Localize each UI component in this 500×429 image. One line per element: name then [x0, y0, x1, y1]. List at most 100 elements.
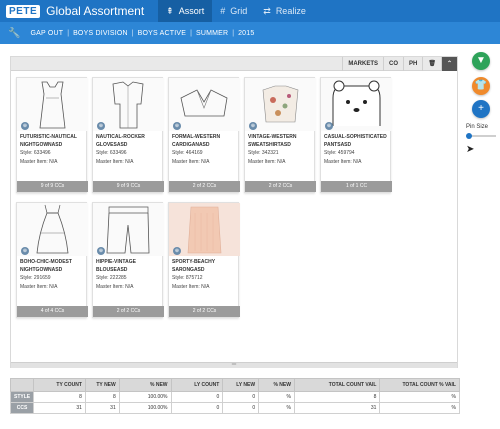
product-name: VINTAGE-WESTERN SWEATSHIRTASD	[248, 134, 297, 148]
summary-table: TY COUNT TY NEW % NEW LY COUNT LY NEW % …	[9, 378, 460, 414]
co-button[interactable]: CO	[383, 56, 403, 71]
column-header[interactable]: TY NEW	[84, 378, 120, 392]
table-cell: 8	[33, 391, 86, 403]
pin-icon[interactable]: ⊕	[173, 122, 181, 130]
ph-button[interactable]: PH	[403, 56, 422, 71]
pin-icon[interactable]: ⊕	[21, 247, 29, 255]
column-header[interactable]: LY NEW	[222, 378, 260, 392]
product-style: Style: 459794	[324, 150, 355, 156]
cc-count-footer[interactable]: 2 of 2 CCs	[169, 306, 240, 317]
product-style: Style: 633496	[96, 150, 127, 156]
table-cell: %	[379, 391, 460, 403]
table-cell: 100.00%	[118, 391, 172, 403]
product-name: FUTURISTIC-NAUTICAL NIGHTGOWNASD	[20, 134, 77, 148]
product-master-item: Master Item: N/A	[20, 159, 58, 165]
breadcrumb-separator: |	[67, 29, 70, 37]
pin-icon[interactable]: ⊕	[97, 122, 105, 130]
tab-realize-label: Realize	[275, 6, 306, 16]
table-cell: 0	[222, 402, 260, 414]
tab-assort[interactable]: ⇞ Assort	[158, 0, 213, 22]
cc-count-footer[interactable]: 1 of 1 CC	[321, 181, 392, 192]
table-cell: 0	[222, 391, 260, 403]
column-header[interactable]: TY COUNT	[33, 378, 86, 392]
table-cell: 8	[84, 391, 120, 403]
cc-count-footer[interactable]: 4 of 4 CCs	[17, 306, 88, 317]
cc-count-footer[interactable]: 2 of 2 CCs	[169, 181, 240, 192]
product-card[interactable]: ⊕ FUTURISTIC-NAUTICAL NIGHTGOWNASD Style…	[16, 77, 88, 193]
breadcrumb-item[interactable]: SUMMER	[196, 30, 228, 37]
product-style: Style: 222285	[96, 275, 127, 281]
pin-icon[interactable]: ⊕	[325, 122, 333, 130]
wrench-icon[interactable]: 🔧	[8, 28, 20, 39]
assortment-panel: MARKETS CO PH 🗑 ⌃ ⊕ FUTURISTIC-NAUTICAL …	[10, 56, 458, 368]
table-row: CCS 31 31 100.00% 0 0 % 31 %	[9, 402, 460, 414]
table-cell: 31	[293, 402, 381, 414]
product-card[interactable]: ⊕ HIPPIE-VINTAGE BLOUSEASD Style: 222285…	[92, 202, 164, 318]
breadcrumb-item[interactable]: BOYS DIVISION	[73, 30, 128, 37]
breadcrumb-item[interactable]: GAP OUT	[30, 30, 63, 37]
product-master-item: Master Item: N/A	[172, 284, 210, 290]
product-style: Style: 464169	[172, 150, 203, 156]
table-cell: 0	[170, 391, 224, 403]
panel-toolbar: MARKETS CO PH 🗑 ⌃	[11, 56, 457, 71]
table-cell: 0	[170, 402, 224, 414]
product-card[interactable]: ⊕ BOHO-CHIC-MODEST NIGHTGOWNASD Style: 2…	[16, 202, 88, 318]
filter-icon[interactable]: ▼	[472, 52, 490, 70]
pin-icon[interactable]: ⊕	[249, 122, 257, 130]
cc-count-footer[interactable]: 2 of 2 CCs	[93, 306, 164, 317]
table-header-row: TY COUNT TY NEW % NEW LY COUNT LY NEW % …	[9, 378, 460, 392]
product-master-item: Master Item: N/A	[248, 159, 286, 165]
pin-size-slider[interactable]	[468, 135, 496, 137]
column-header[interactable]: TOTAL COUNT VAIL	[293, 378, 381, 392]
top-bar: PETE Global Assortment ⇞ Assort # Grid ⇄…	[0, 0, 500, 22]
mouse-cursor-icon: ➤	[466, 144, 475, 155]
resize-handle[interactable]: ═	[11, 362, 457, 368]
product-card[interactable]: ⊕ CASUAL-SOPHISTICATED PANTSASD Style: 4…	[320, 77, 392, 193]
grid-icon: #	[220, 6, 226, 16]
table-cell: 31	[33, 402, 86, 414]
product-card[interactable]: ⊕ VINTAGE-WESTERN SWEATSHIRTASD Style: 3…	[244, 77, 316, 193]
table-cell: %	[258, 402, 295, 414]
breadcrumb-separator: |	[232, 29, 235, 37]
pin-icon[interactable]: ⊕	[173, 247, 181, 255]
product-name: CASUAL-SOPHISTICATED PANTSASD	[324, 134, 387, 148]
collapse-icon[interactable]: ⌃	[440, 56, 457, 71]
product-name: NAUTICAL-ROCKER GLOVESASD	[96, 134, 145, 148]
product-card[interactable]: ⊕ NAUTICAL-ROCKER GLOVESASD Style: 63349…	[92, 77, 164, 193]
cc-count-footer[interactable]: 2 of 2 CCs	[245, 181, 316, 192]
trash-icon[interactable]: 🗑	[422, 56, 441, 71]
product-name: BOHO-CHIC-MODEST NIGHTGOWNASD	[20, 259, 72, 273]
product-name: HIPPIE-VINTAGE BLOUSEASD	[96, 259, 136, 273]
app-title: Global Assortment	[46, 4, 145, 18]
markets-button[interactable]: MARKETS	[342, 56, 383, 71]
breadcrumb: 🔧 GAP OUT | BOYS DIVISION | BOYS ACTIVE …	[0, 22, 500, 44]
column-header[interactable]: % NEW	[118, 378, 172, 392]
product-style: Style: 633496	[20, 150, 51, 156]
table-cell: 100.00%	[118, 402, 172, 414]
column-header[interactable]: % NEW	[258, 378, 295, 392]
pin-size-slider-handle[interactable]	[466, 133, 472, 139]
pin-icon[interactable]: ⊕	[97, 247, 105, 255]
product-card[interactable]: ⊕ SPORTY-BEACHY SARONGASD Style: 875712 …	[168, 202, 240, 318]
table-cell: 31	[84, 402, 120, 414]
breadcrumb-item[interactable]: BOYS ACTIVE	[138, 30, 187, 37]
pin-size-label: Pin Size	[466, 124, 489, 130]
shirt-icon[interactable]: 👕	[472, 77, 490, 95]
tab-realize[interactable]: ⇄ Realize	[255, 0, 314, 22]
realize-icon: ⇄	[263, 5, 271, 16]
row-header: CCS	[9, 402, 35, 414]
tab-grid[interactable]: # Grid	[212, 0, 255, 22]
column-header[interactable]: LY COUNT	[170, 378, 224, 392]
app-logo[interactable]: PETE	[6, 4, 41, 18]
pin-icon[interactable]: ⊕	[21, 122, 29, 130]
product-card[interactable]: ⊕ FORMAL-WESTERN CARDIGANASD Style: 4641…	[168, 77, 240, 193]
breadcrumb-item[interactable]: 2015	[238, 30, 254, 37]
cc-count-footer[interactable]: 9 of 9 CCs	[17, 181, 88, 192]
assort-icon: ⇞	[166, 5, 174, 16]
product-master-item: Master Item: N/A	[96, 284, 134, 290]
product-style: Style: 291659	[20, 275, 51, 281]
add-icon[interactable]: +	[472, 100, 490, 118]
cc-count-footer[interactable]: 9 of 9 CCs	[93, 181, 164, 192]
row-header: STYLE	[9, 391, 35, 403]
column-header[interactable]: TOTAL COUNT % VAIL	[379, 378, 460, 392]
